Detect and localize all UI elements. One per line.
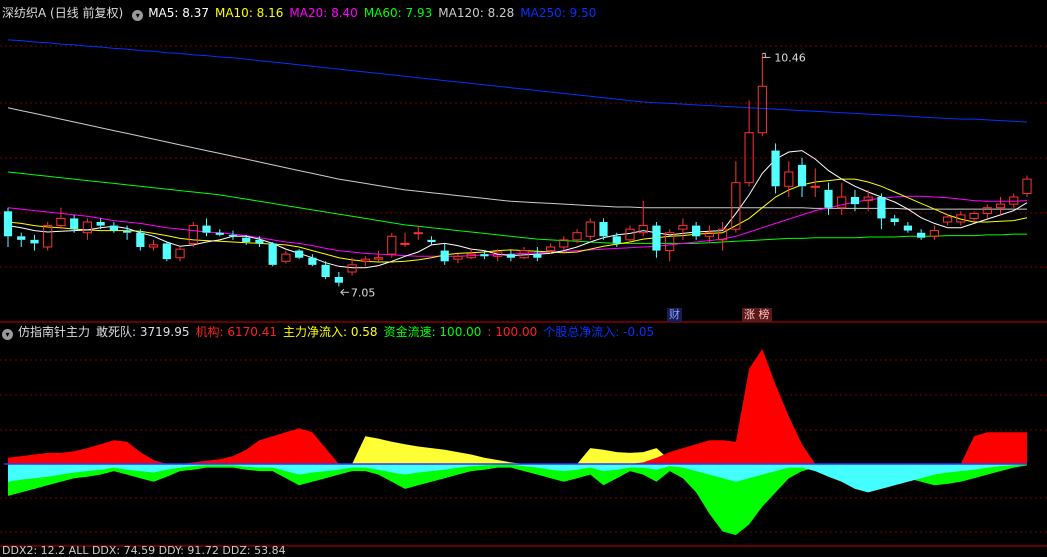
candle-body <box>771 150 780 187</box>
candle[interactable] <box>295 249 304 260</box>
extra-value-label: : 100.00 <box>487 325 538 339</box>
chart-title: 深纺织A (日线 前复权) <box>2 6 124 20</box>
candle-body <box>917 232 926 238</box>
candle-body <box>850 197 860 205</box>
candle-body <box>215 232 224 235</box>
total-net-inflow-label: 个股总净流入: -0.05 <box>543 325 655 339</box>
chart-options-toggle-icon[interactable]: ▾ <box>132 10 144 21</box>
candle-body <box>810 185 820 188</box>
ma5-label: MA5: 8.37 <box>148 6 209 20</box>
ma250-label: MA250: 9.50 <box>520 6 597 20</box>
candle-body <box>308 257 317 265</box>
fund-speed-label: 资金流速: 100.00 <box>383 325 482 339</box>
candle-body <box>295 250 304 258</box>
candle-body <box>797 164 807 187</box>
low-price-label: 7.05 <box>351 286 376 299</box>
candle-body <box>202 225 211 233</box>
main-chart-legend: 深纺织A (日线 前复权) ▾ MA5: 8.37 MA10: 8.16 MA20: 8… <box>2 4 602 22</box>
candle-body <box>599 222 608 237</box>
candle-body <box>903 225 912 231</box>
candle-body <box>692 225 701 237</box>
candle-body <box>440 250 449 262</box>
footer-indicator-row: DDX2: 12.2 ALL DDX: 74.59 DDY: 91.72 DDZ… <box>2 545 286 557</box>
candle-body <box>533 254 542 258</box>
ma120-label: MA120: 8.28 <box>438 6 515 20</box>
candle-body <box>506 254 515 258</box>
top-list-tag-char-2: 榜 <box>758 308 770 321</box>
candle-body <box>123 230 132 233</box>
candle-body <box>228 234 238 237</box>
ma60-label: MA60: 7.93 <box>363 6 433 20</box>
candle[interactable] <box>162 242 171 262</box>
candle-body <box>427 239 436 242</box>
institution-label: 机构: 6170.41 <box>195 325 277 339</box>
candle-body <box>334 277 343 283</box>
candle-body <box>480 254 489 257</box>
candle[interactable] <box>771 143 780 194</box>
candle-body <box>268 243 277 265</box>
candle-body <box>877 197 886 219</box>
ma10-label: MA10: 8.16 <box>214 6 284 20</box>
candle-body <box>3 211 13 237</box>
candle-body <box>70 218 79 230</box>
candle-body <box>109 225 118 231</box>
candle-body <box>824 189 833 208</box>
candle-body <box>400 242 410 245</box>
candle-body <box>17 236 26 240</box>
candle-body <box>612 236 621 244</box>
candle-body <box>162 243 171 260</box>
candle-body <box>242 237 251 242</box>
indicator-legend: ▾ 仿指南针主力 敢死队: 3719.95 机构: 6170.41 主力净流入: 0.5… <box>2 323 660 341</box>
candle-body <box>652 225 661 251</box>
indicator-options-toggle-icon[interactable]: ▾ <box>2 329 13 340</box>
top-list-tag-char-1: 涨 <box>744 308 755 321</box>
candle-body <box>890 218 899 222</box>
high-price-label: 10.46 <box>774 51 806 64</box>
candle[interactable] <box>268 242 277 267</box>
candle-body <box>255 239 264 244</box>
indicator-title: 仿指南针主力 <box>18 325 91 339</box>
candle-body <box>321 264 330 277</box>
dare-squad-label: 敢死队: 3719.95 <box>96 325 190 339</box>
candle-body <box>96 222 105 226</box>
candle-body <box>136 232 145 247</box>
candle-body <box>413 232 423 235</box>
candle-body <box>30 239 39 244</box>
main-net-inflow-label: 主力净流入: 0.58 <box>282 325 378 339</box>
ma20-label: MA20: 8.40 <box>289 6 358 20</box>
finance-tag[interactable]: 财 <box>667 308 682 322</box>
stock-chart-canvas: 10.46 7.05 <box>0 0 1047 552</box>
top-list-tag[interactable]: 涨 榜 <box>742 308 772 322</box>
